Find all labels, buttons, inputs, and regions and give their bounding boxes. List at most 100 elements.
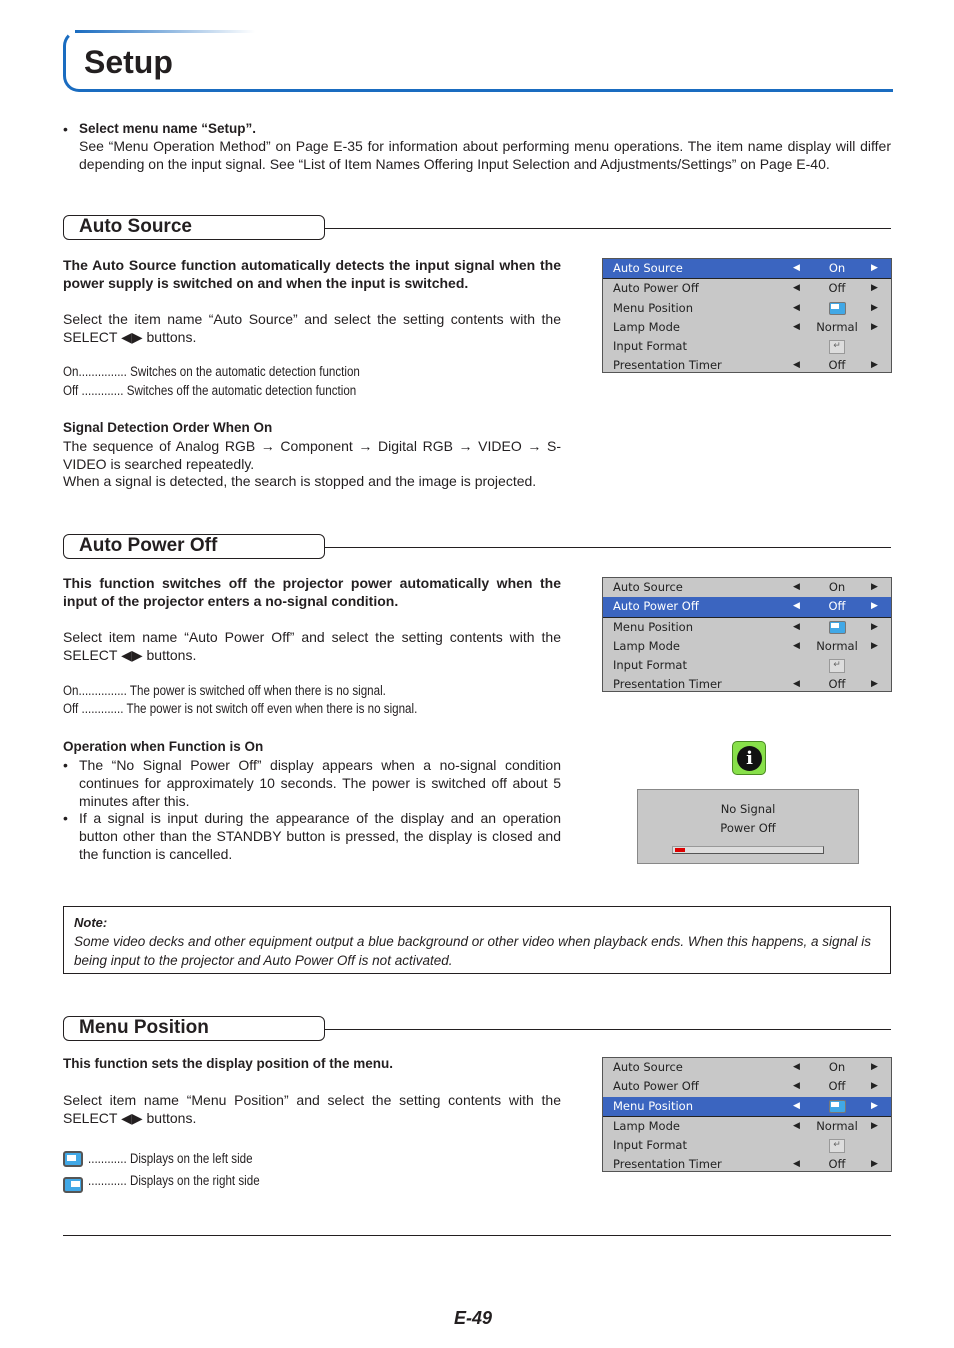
right-arrow-icon: ▶ [871,283,878,294]
osd-row-label: Menu Position [613,619,694,634]
osd-row-label: Auto Source [613,1060,683,1074]
enter-icon: ↵ [829,339,845,354]
right-arrow-icon: ▶ [871,640,878,651]
no-signal-line-2: Power Off [720,821,776,835]
auto-power-off-bullet-2: If a signal is input during the appearan… [79,810,561,862]
right-arrow-icon: ▶ [871,621,878,632]
option-dots: ............ [88,1151,127,1166]
left-arrow-icon: ◀ [793,1062,800,1072]
option-key: Off [63,383,79,398]
osd-row: Auto Source ◀ ▶ On [603,578,891,597]
osd-row: Lamp Mode ◀ ▶ Normal [603,318,891,337]
osd-menu-auto-source: Auto Source ◀ ▶ On Auto Power Off ◀ ▶ Off Menu P… [602,258,892,373]
option-desc: Switches on the automatic detection func… [130,364,360,379]
section-title-auto-source: Auto Source [79,216,192,237]
osd-row-label: Auto Power Off [613,281,699,296]
no-signal-line-1: No Signal [720,802,776,816]
option-dots: ............. [81,383,124,398]
left-arrow-icon: ◀ [793,283,800,294]
osd-row-label: Lamp Mode [613,1118,680,1133]
bullet-marker: • [63,810,68,826]
footer-rule [63,1235,891,1236]
option-desc: Switches off the automatic detection fun… [126,383,357,398]
osd-row-label: Input Format [613,658,687,673]
osd-row: Auto Power Off ◀ ▶ Off [603,1077,891,1096]
osd-row-label: Auto Source [613,580,683,594]
osd-menu-auto-power-off: Auto Source ◀ ▶ On Auto Power Off ◀ ▶ Off Menu P… [602,577,892,692]
osd-row-value: ↵ [815,337,859,356]
intro-heading: Select menu name “Setup”. [79,121,257,136]
right-arrow-icon: ▶ [871,601,878,612]
auto-source-instruction: Select the item name “Auto Source” and s… [63,311,561,345]
right-arrow-icon: ▶ [871,1062,878,1072]
osd-row-value: Off [828,1157,846,1172]
section-rule [325,228,891,229]
option-dots: ............. [81,701,124,716]
left-arrow-icon: ◀ [793,302,800,313]
option-dots: ............... [78,364,127,379]
power-off-progress-bar [672,846,824,854]
option-key: On [63,683,79,698]
page-number: E-49 [454,1308,493,1328]
osd-row-label: Lamp Mode [613,319,680,334]
osd-row-value: ↵ [815,1136,859,1155]
osd-row-label: Input Format [613,1138,687,1153]
osd-row-value [815,299,859,318]
osd-row-value [815,1097,859,1116]
left-arrow-icon: ◀ [793,321,800,332]
auto-power-off-lead: This function switches off the projector… [63,575,561,609]
auto-source-sub-body-2: When a signal is detected, the search is… [63,473,537,489]
auto-power-off-bullet-1: The “No Signal Power Off” display appear… [79,757,561,809]
section-rule [325,1029,891,1030]
osd-row-label: Auto Source [613,261,683,275]
osd-row-value: On [828,261,846,275]
auto-power-off-instruction: Select item name “Auto Power Off” and se… [63,629,561,663]
osd-row: Input Format ↵ [603,337,891,356]
right-arrow-icon: ▶ [871,321,878,332]
osd-row-label: Menu Position [613,300,694,315]
intro-body: See “Menu Operation Method” on Page E-35… [79,138,891,172]
osd-row-value: Off [828,281,846,296]
osd-row-value: Off [828,677,846,692]
osd-row-value: On [828,1060,846,1074]
osd-row-label: Lamp Mode [613,638,680,653]
osd-row-label: Input Format [613,339,687,354]
no-signal-dialog: No Signal Power Off [637,789,859,864]
option-desc: The power is switched off when there is … [129,683,386,698]
osd-row: Lamp Mode ◀ ▶ Normal [603,637,891,656]
osd-row: Presentation Timer ◀ ▶ Off [603,675,891,694]
option-text: ............ Displays on the left side [88,1151,253,1166]
option-desc: The power is not switch off even when th… [126,701,418,716]
left-arrow-icon: ◀ [793,601,800,612]
osd-row: Menu Position ◀ ▶ [603,618,891,637]
option-text: ............ Displays on the right side [88,1173,260,1188]
right-arrow-icon: ▶ [871,679,878,690]
section-title-auto-power-off: Auto Power Off [79,535,218,556]
osd-row-value: Off [828,358,846,373]
right-arrow-icon: ▶ [871,360,878,371]
osd-row-value: Off [828,599,846,614]
menu-position-lead: This function sets the display position … [63,1056,394,1071]
osd-row: Auto Power Off ◀ ▶ Off [603,279,891,298]
left-arrow-icon: ◀ [793,1100,800,1111]
left-arrow-icon: ◀ [793,582,800,592]
auto-source-lead: The Auto Source function automatically d… [63,257,561,291]
osd-row-value: Off [828,1079,846,1094]
osd-row: Menu Position ◀ ▶ [603,299,891,318]
title-gradient-bar [75,30,255,33]
note-body: Some video decks and other equipment out… [74,934,872,968]
option-key: On [63,364,79,379]
osd-row-label: Presentation Timer [613,1157,722,1172]
osd-row-value: Normal [816,319,858,334]
bullet-marker: • [63,757,68,773]
right-arrow-icon: ▶ [871,1159,878,1170]
osd-row-label: Presentation Timer [613,358,722,373]
option-off: Off ............. Switches off the autom… [63,383,356,398]
menu-right-icon [63,1177,83,1193]
left-arrow-icon: ◀ [793,360,800,371]
menu-position-icon [828,301,846,315]
right-arrow-icon: ▶ [871,1100,878,1111]
menu-left-icon [63,1151,83,1167]
left-arrow-icon: ◀ [793,679,800,690]
intro-bullet: • [63,121,68,137]
